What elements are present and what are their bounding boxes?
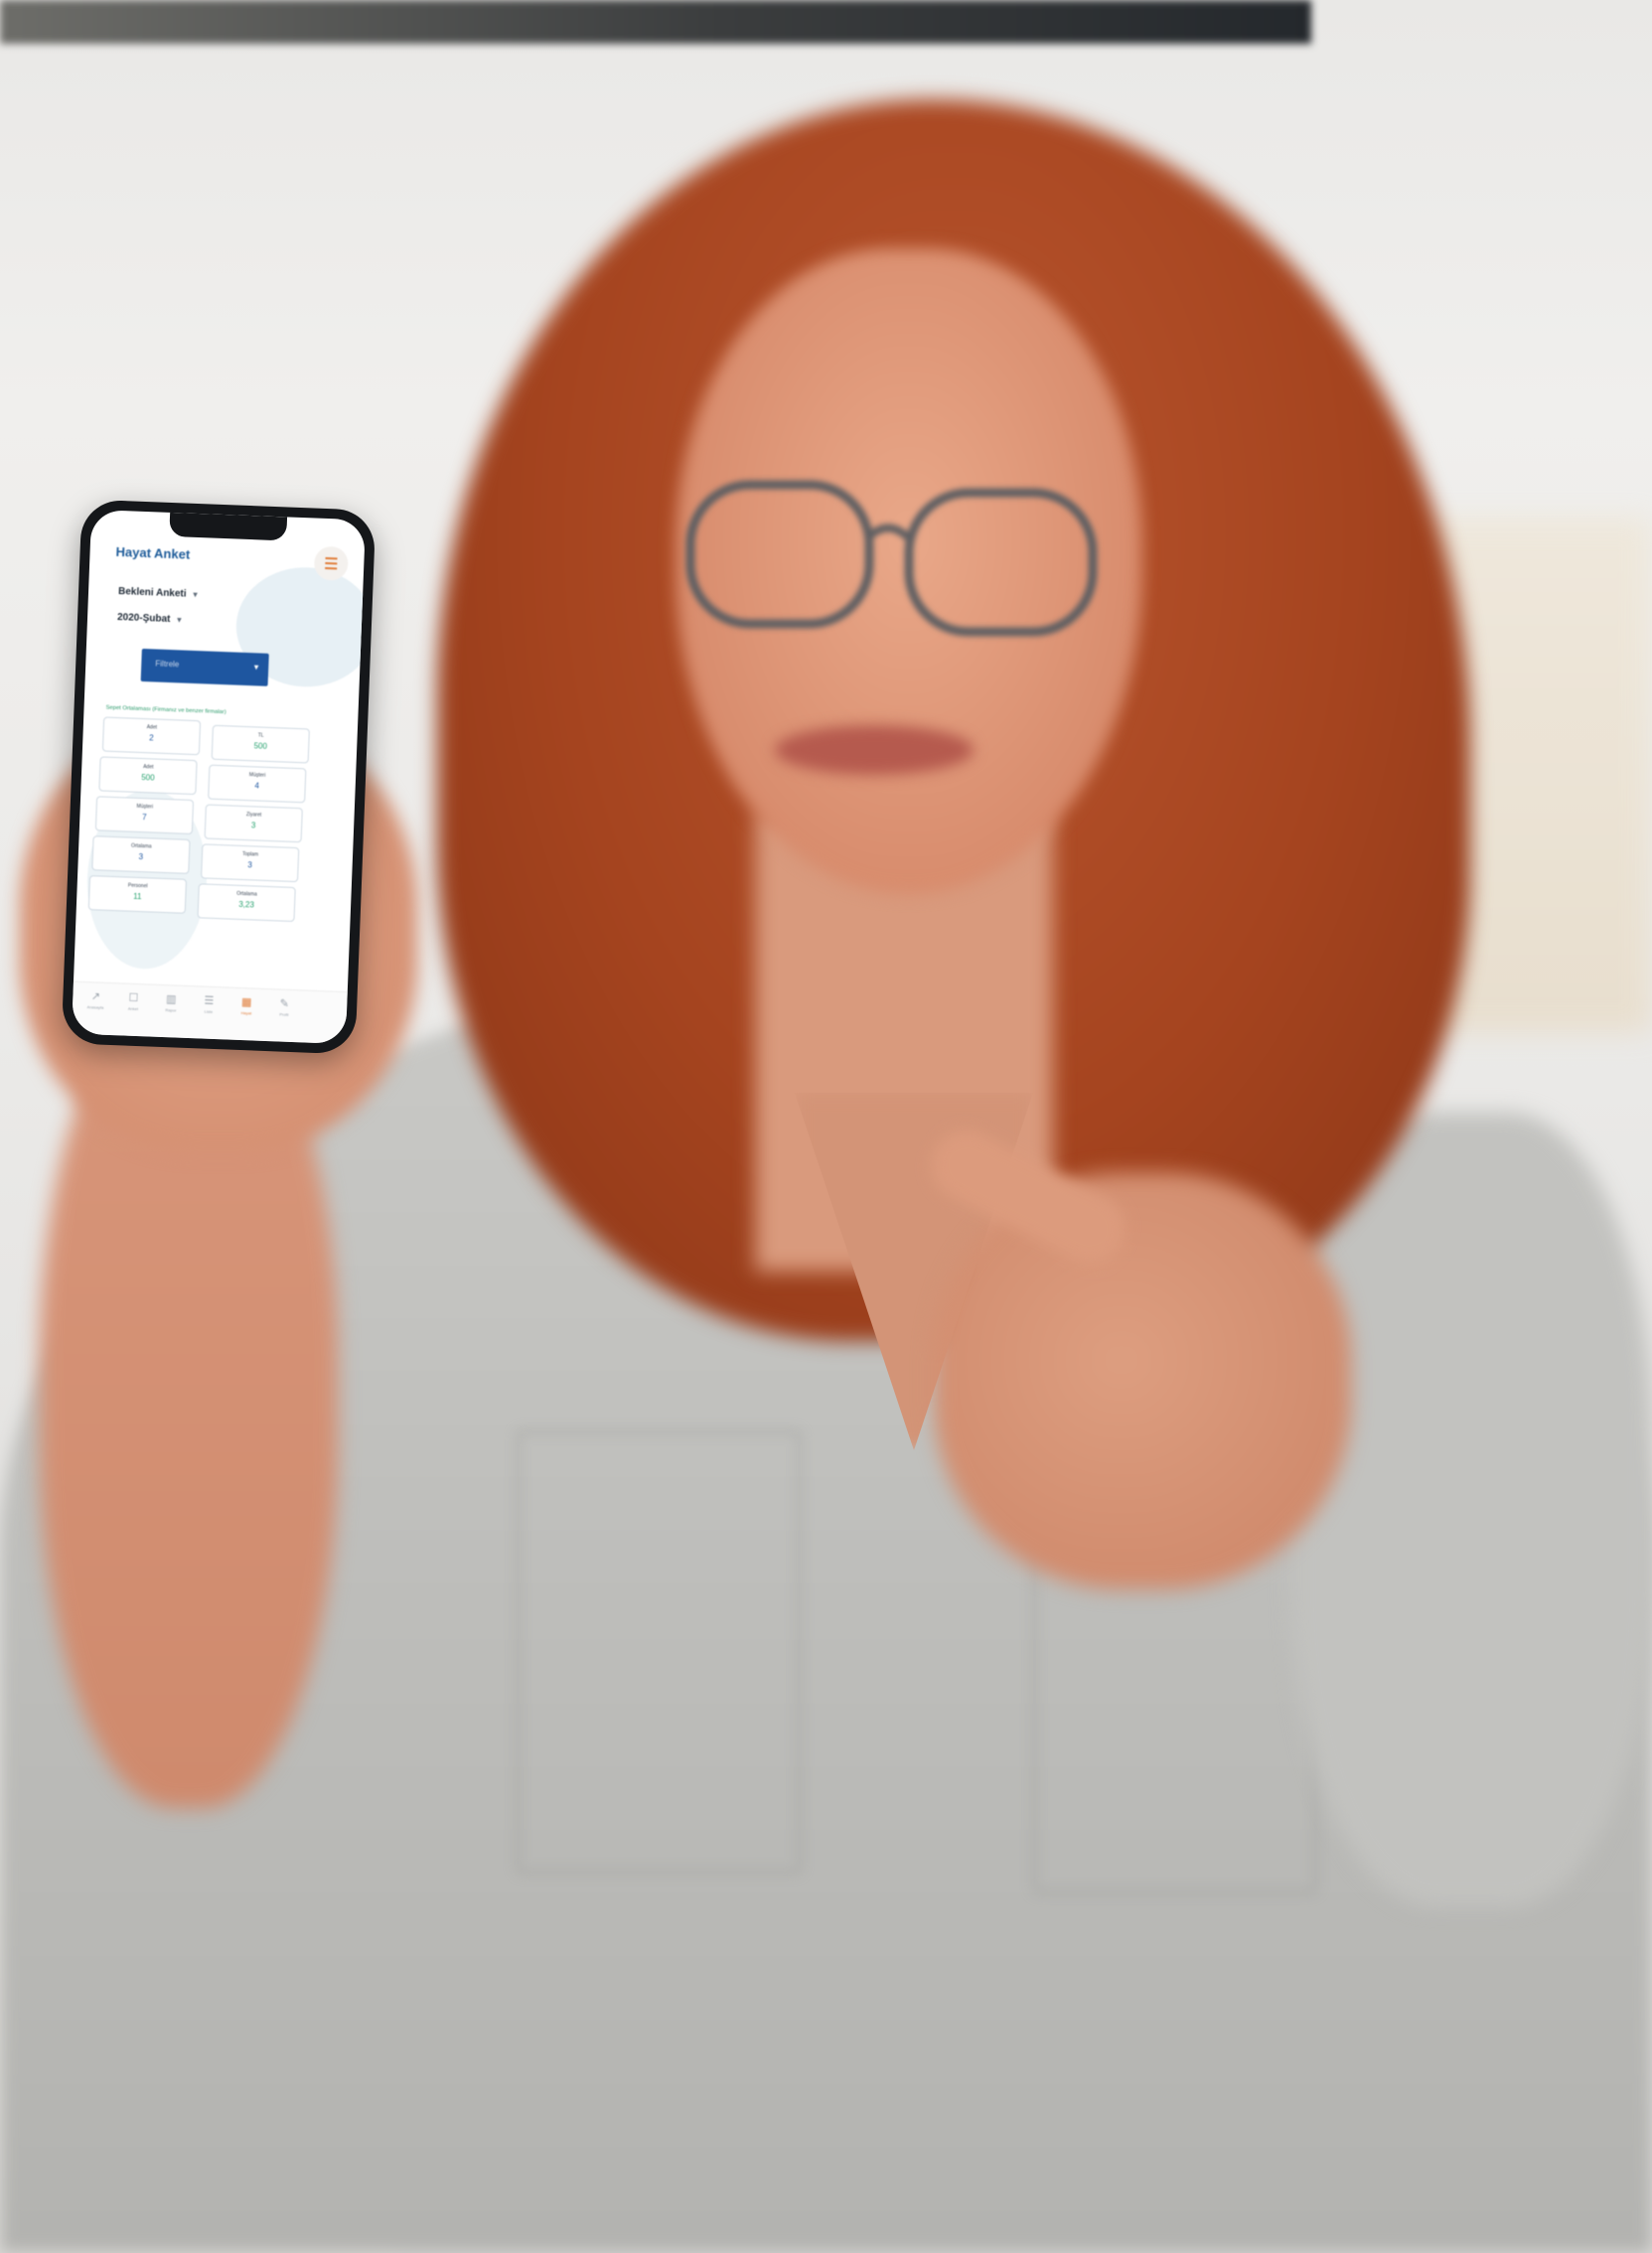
result-card-value: 500 xyxy=(141,773,155,783)
result-card-label: Adet xyxy=(146,724,158,731)
pencil-icon: ✎ xyxy=(279,997,290,1010)
tab-report[interactable]: ▥ Rapor xyxy=(152,993,191,1013)
result-card-value: 2 xyxy=(149,733,154,743)
tab-home[interactable]: ↗ Anasayfa xyxy=(76,990,115,1010)
grid-icon: ▦ xyxy=(240,996,252,1009)
tab-profile[interactable]: ✎ Profil xyxy=(265,997,304,1017)
result-card: Personel 11 xyxy=(87,875,188,914)
smartphone: Hayat Anket Bekleni Anketi ▾ 2020-Şubat ▾ xyxy=(61,499,376,1055)
result-card-value: 500 xyxy=(253,741,268,751)
app-header: Hayat Anket xyxy=(115,538,349,581)
bottom-tab-bar: ↗ Anasayfa ☐ Anket ▥ Rapor ☰ Liste ▦ Hay… xyxy=(71,980,348,1045)
tab-survey[interactable]: ☐ Anket xyxy=(114,991,153,1011)
result-card-label: Müşteri xyxy=(136,803,154,811)
result-card-label: Personel xyxy=(127,882,148,890)
home-icon: ↗ xyxy=(90,990,101,1003)
person-right-hand xyxy=(934,1172,1351,1589)
survey-dropdown[interactable]: Bekleni Anketi ▾ xyxy=(118,586,198,600)
menu-button[interactable] xyxy=(313,545,349,581)
result-card: Adet 500 xyxy=(98,756,198,796)
result-card: Ortalama 3,23 xyxy=(197,883,296,923)
tab-list[interactable]: ☰ Liste xyxy=(190,994,228,1014)
result-card-value: 3 xyxy=(138,851,144,862)
result-card-value: 3 xyxy=(247,860,253,870)
results-section-title: Sepet Ortalaması (Firmanız ve benzer fir… xyxy=(105,704,226,716)
period-dropdown-label: 2020-Şubat xyxy=(116,611,171,626)
tab-label: Anket xyxy=(127,1005,139,1012)
result-card-label: Ortalama xyxy=(130,842,152,850)
survey-dropdown-label: Bekleni Anketi xyxy=(117,585,187,600)
result-card-value: 3,23 xyxy=(238,899,255,910)
result-card: Adet 2 xyxy=(101,716,202,756)
result-card-label: Adet xyxy=(143,764,154,771)
result-card: Ziyaret 3 xyxy=(204,804,303,843)
tab-label: Anasayfa xyxy=(86,1004,104,1010)
chevron-down-icon: ▾ xyxy=(177,615,182,625)
person-glasses xyxy=(685,480,1098,637)
phone-notch xyxy=(169,512,288,541)
result-card: Ortalama 3 xyxy=(91,835,191,874)
person-lips xyxy=(775,725,974,775)
tab-label: Liste xyxy=(204,1008,214,1014)
result-card-label: Müşteri xyxy=(248,772,266,779)
list-icon: ☰ xyxy=(204,994,215,1007)
document-icon: ☐ xyxy=(128,991,139,1005)
shirt-pocket-left xyxy=(517,1430,801,1874)
bar-chart-icon: ▥ xyxy=(165,993,177,1006)
result-card-label: Ortalama xyxy=(236,890,257,898)
result-card-label: Toplam xyxy=(241,850,259,858)
result-card-label: Ziyaret xyxy=(245,812,262,819)
period-dropdown[interactable]: 2020-Şubat ▾ xyxy=(117,612,182,625)
app-title: Hayat Anket xyxy=(115,543,191,562)
results-card-grid: Adet 2 TL 500 Adet 500 Müşteri 4 Müşteri… xyxy=(87,716,322,923)
phone-screen: Hayat Anket Bekleni Anketi ▾ 2020-Şubat ▾ xyxy=(71,509,367,1045)
result-card-value: 3 xyxy=(250,821,256,830)
result-card: Toplam 3 xyxy=(201,843,300,883)
app-screen: Hayat Anket Bekleni Anketi ▾ 2020-Şubat ▾ xyxy=(71,510,367,1045)
result-card: TL 500 xyxy=(211,724,310,764)
result-card-label: TL xyxy=(257,732,264,739)
tab-label: Rapor xyxy=(165,1007,177,1013)
filter-select-label: Filtrele xyxy=(155,659,180,670)
chevron-down-icon: ▾ xyxy=(253,662,259,673)
tab-label: Hayat xyxy=(240,1010,252,1016)
photo-scene: Hayat Anket Bekleni Anketi ▾ 2020-Şubat ▾ xyxy=(0,0,1652,2253)
tab-label: Profil xyxy=(279,1011,289,1017)
person-sleeve-right xyxy=(1291,1113,1652,1907)
filter-select[interactable]: Filtrele ▾ xyxy=(140,648,269,686)
result-card-value: 11 xyxy=(132,891,142,902)
result-card-value: 7 xyxy=(141,813,147,823)
background-picture-frame xyxy=(0,0,1311,44)
chevron-down-icon: ▾ xyxy=(193,589,198,600)
result-card: Müşteri 4 xyxy=(208,764,307,804)
result-card-value: 4 xyxy=(254,781,260,791)
tab-hayat[interactable]: ▦ Hayat xyxy=(227,996,266,1016)
result-card: Müşteri 7 xyxy=(94,796,195,835)
